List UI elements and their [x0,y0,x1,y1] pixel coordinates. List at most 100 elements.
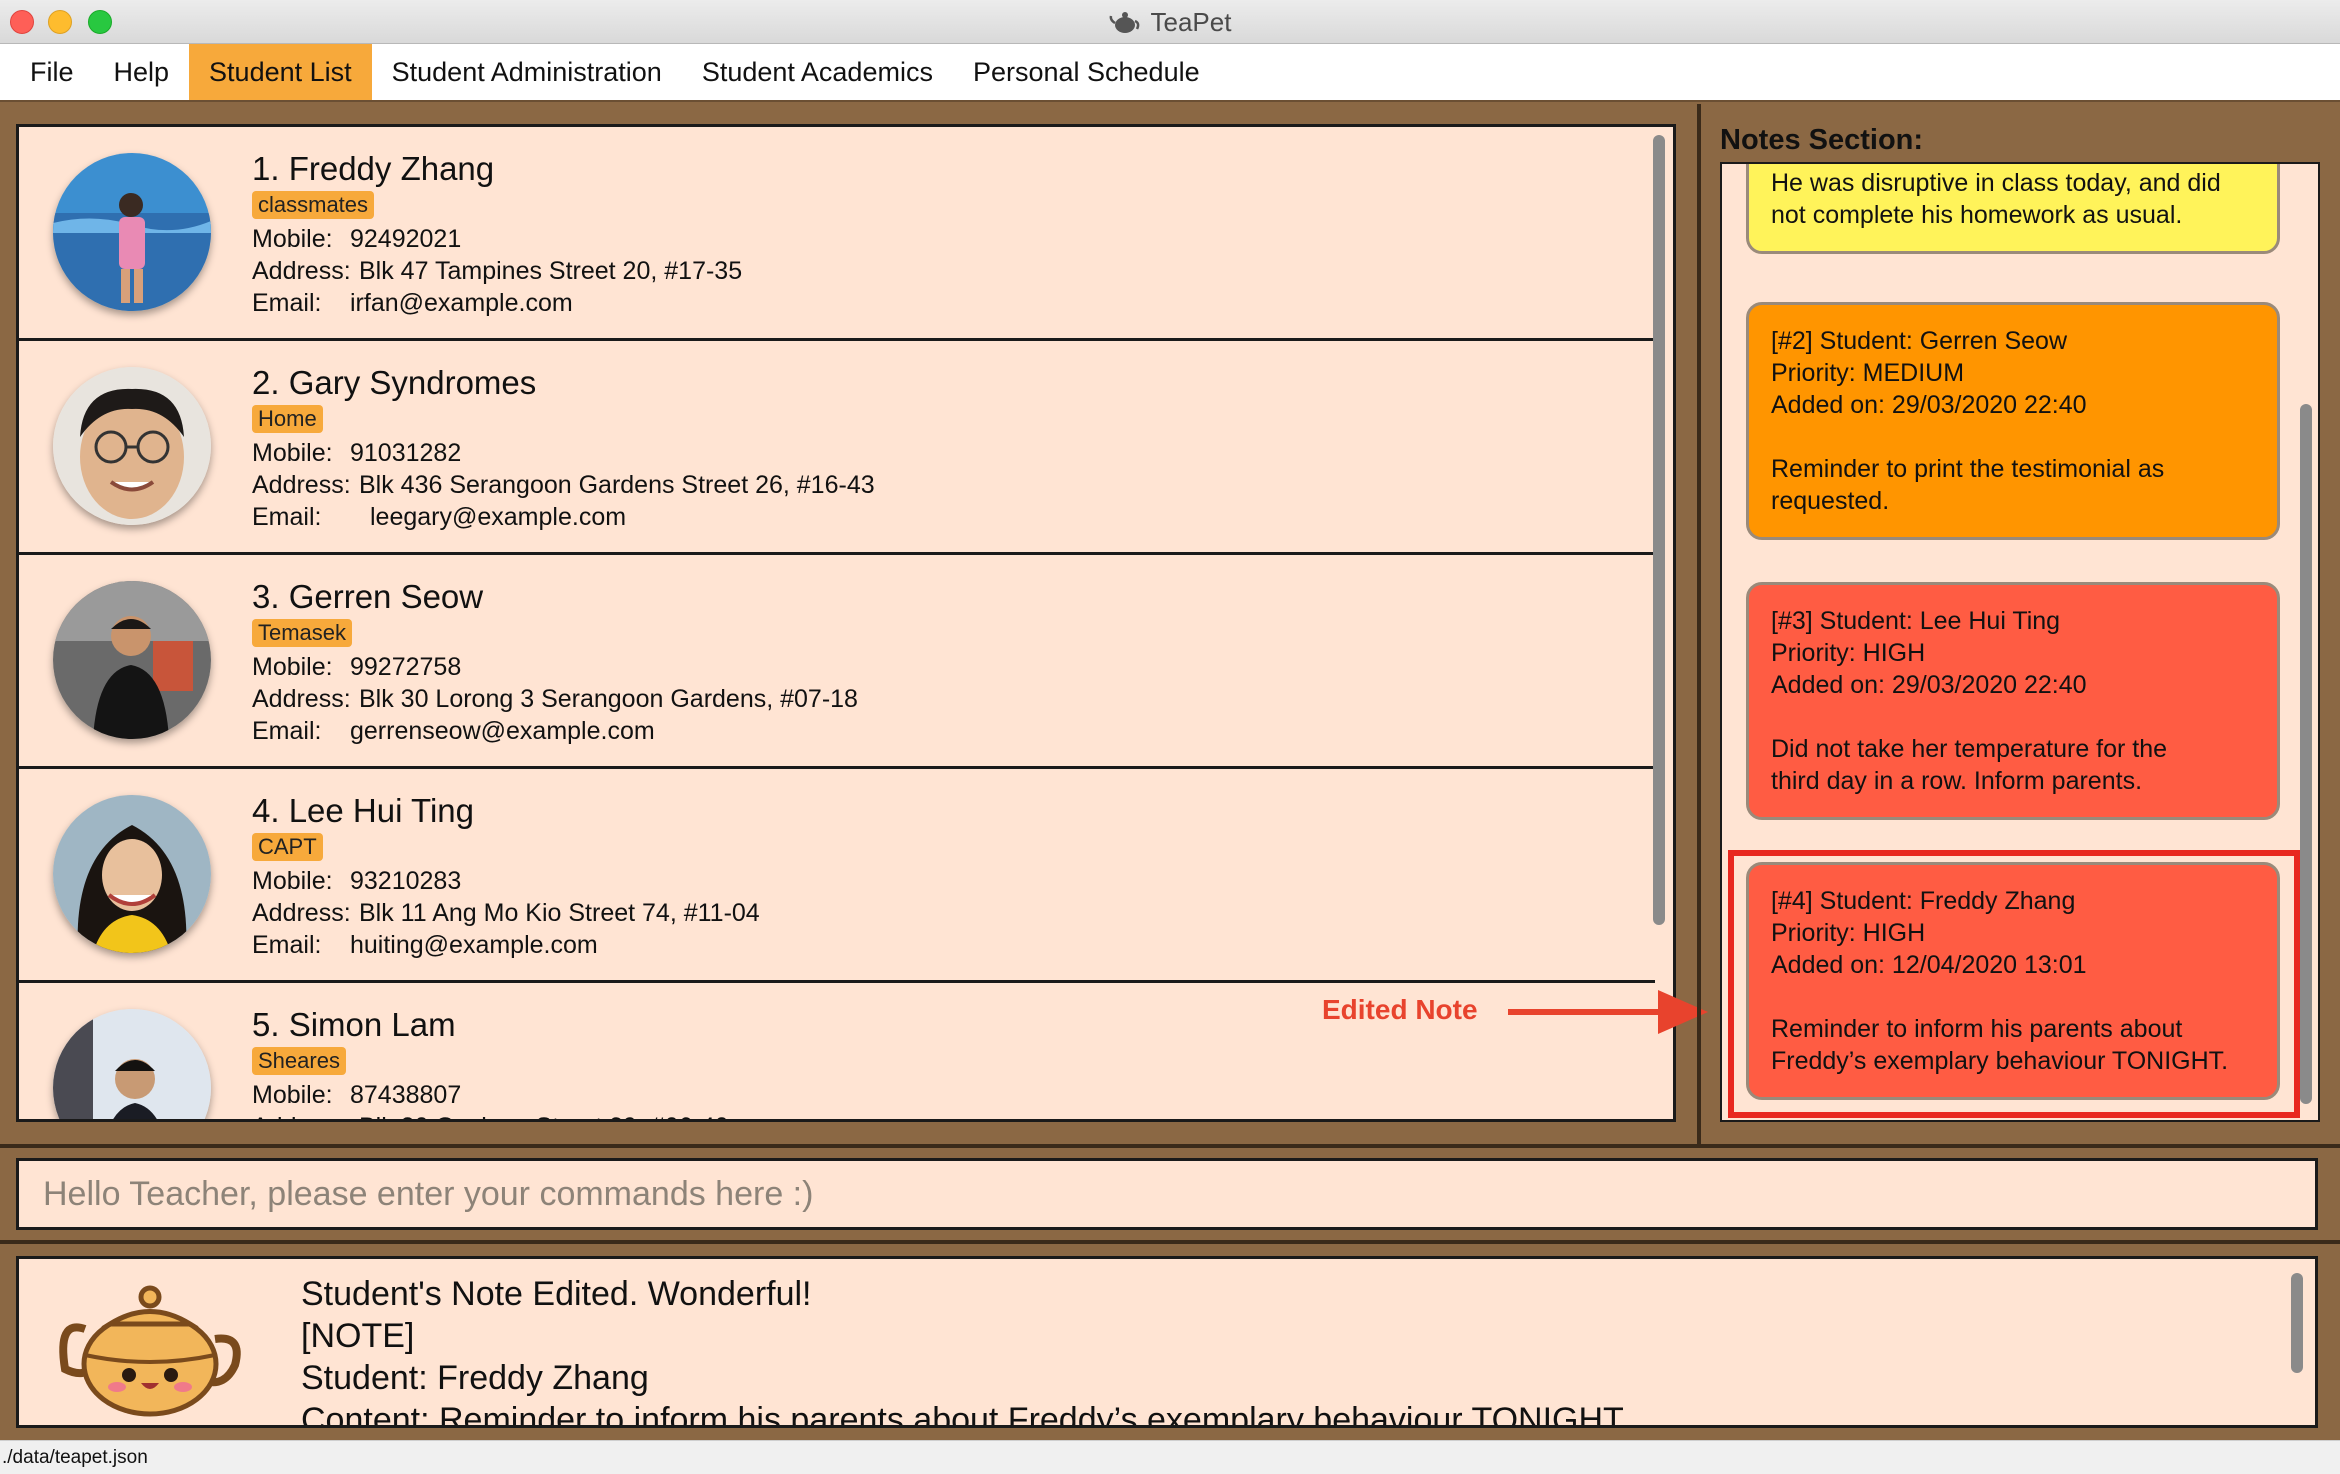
email-label: Email: [252,503,322,531]
status-bar: ./data/teapet.json [0,1440,2340,1474]
mobile-label: Mobile: [252,653,333,681]
student-card[interactable]: 1. Freddy Zhang classmates Mobile: 924920… [19,127,1655,341]
result-scrollbar[interactable] [2291,1273,2303,1373]
student-tag: classmates [252,191,375,219]
note-card[interactable]: [#3] Student: Lee Hui Ting Priority: HIG… [1746,582,2280,820]
note-content-line: requested. [1771,487,1890,515]
edited-note-annotation: Edited Note [1322,994,1478,1025]
address-label: Address: [252,257,351,285]
menu-personal-schedule[interactable]: Personal Schedule [953,44,1220,100]
address-value: Blk 47 Tampines Street 20, #17-35 [359,257,743,285]
note-content-line: Reminder to print the testimonial as [1771,455,2165,483]
student-email: Email: leegary@example.com [252,501,875,533]
result-line: [NOTE] [301,1317,415,1355]
note-priority: Priority: HIGH [1771,639,1926,667]
result-line: Student: Freddy Zhang [301,1359,649,1397]
student-avatar [53,153,211,311]
notes-section-title: Notes Section: [1720,124,1924,156]
student-address: Address:Blk 30 Geylang Street 29, #06-40 [252,1111,729,1119]
email-label: Email: [252,931,322,959]
mobile-value: 87438807 [350,1081,462,1109]
result-display: Student's Note Edited. Wonderful! [NOTE]… [16,1256,2318,1428]
student-tag: Temasek [252,619,353,647]
arrow-right-icon [1508,990,1708,1034]
student-email: Email: irfan@example.com [252,287,742,319]
address-label: Address: [252,1111,359,1119]
student-tag: CAPT [252,833,323,861]
student-mobile: Mobile: 93210283 [252,865,760,897]
student-name: 4. Lee Hui Ting [252,792,474,829]
menu-help[interactable]: Help [94,44,190,100]
edited-note-highlight [1728,850,2300,1118]
email-value: gerrenseow@example.com [350,717,655,745]
address-label: Address: [252,471,351,499]
note-content-line: He was disruptive in class today, and di… [1771,169,2221,197]
student-avatar [53,367,211,525]
note-header: [#2] Student: Gerren Seow [1771,327,2068,355]
command-input[interactable] [43,1174,2291,1214]
result-line: Content: Reminder to inform his parents … [301,1401,1624,1428]
email-value: leegary@example.com [370,503,627,531]
student-card[interactable]: 4. Lee Hui Ting CAPT Mobile: 93210283 Add… [19,769,1655,983]
menu-student-academics[interactable]: Student Academics [682,44,953,100]
address-label: Address: [252,685,351,713]
menu-student-list[interactable]: Student List [189,44,372,100]
student-avatar [53,581,211,739]
address-value: Blk 30 Geylang Street 29, #06-40 [359,1113,729,1119]
email-value: irfan@example.com [350,289,573,317]
student-email: Email: huiting@example.com [252,929,760,961]
email-label: Email: [252,717,322,745]
title-bar: TeaPet [0,0,2340,44]
student-card[interactable]: 3. Gerren Seow Temasek Mobile: 99272758 A… [19,555,1655,769]
student-tag: Home [252,405,323,433]
note-content-line: not complete his homework as usual. [1771,201,2183,229]
email-value: huiting@example.com [350,931,598,959]
result-line: Student's Note Edited. Wonderful! [301,1275,812,1313]
menu-student-administration[interactable]: Student Administration [372,44,682,100]
student-address: Address: Blk 47 Tampines Street 20, #17-3… [252,255,742,287]
note-content-line: third day in a row. Inform parents. [1771,767,2143,795]
student-address: Address: Blk 11 Ang Mo Kio Street 74, #11… [252,897,760,929]
data-file-path: ./data/teapet.json [2,1446,148,1468]
student-tag: Sheares [252,1047,346,1075]
student-name: 1. Freddy Zhang [252,150,495,187]
note-header: [#3] Student: Lee Hui Ting [1771,607,2061,635]
student-list-scrollbar[interactable] [1653,135,1665,925]
menu-file[interactable]: File [10,44,94,100]
note-card[interactable]: He was disruptive in class today, and di… [1746,164,2280,254]
student-mobile: Mobile: 91031282 [252,437,875,469]
note-added-date: Added on: 29/03/2020 22:40 [1771,391,2087,419]
menu-bar: File Help Student List Student Administr… [0,44,2340,102]
student-list[interactable]: 1. Freddy Zhang classmates Mobile: 924920… [16,124,1676,1122]
notes-scrollbar[interactable] [2300,404,2312,1104]
notes-list[interactable]: He was disruptive in class today, and di… [1720,162,2320,1122]
pane-divider[interactable] [1697,104,1701,1144]
student-mobile: Mobile: 92492021 [252,223,742,255]
mobile-value: 99272758 [350,653,462,681]
student-mobile: Mobile: 87438807 [252,1079,729,1111]
student-avatar [53,1009,211,1119]
note-card[interactable]: [#2] Student: Gerren Seow Priority: MEDI… [1746,302,2280,540]
student-avatar [53,795,211,953]
result-text: Student's Note Edited. Wonderful! [NOTE]… [301,1273,1624,1428]
mobile-label: Mobile: [252,225,333,253]
command-box [16,1158,2318,1230]
student-name: 2. Gary Syndromes [252,364,537,401]
mobile-label: Mobile: [252,1081,333,1109]
teapot-mascot-icon [59,1285,241,1417]
window-title: TeaPet [1150,6,1232,37]
mobile-label: Mobile: [252,439,333,467]
student-name: 5. Simon Lam [252,1006,456,1043]
student-address: Address: Blk 30 Lorong 3 Serangoon Garden… [252,683,858,715]
note-priority: Priority: MEDIUM [1771,359,1965,387]
mobile-value: 93210283 [350,867,462,895]
mobile-value: 91031282 [350,439,462,467]
mobile-value: 92492021 [350,225,462,253]
student-email: Email: gerrenseow@example.com [252,715,858,747]
student-card[interactable]: 2. Gary Syndromes Home Mobile: 91031282 A… [19,341,1655,555]
address-value: Blk 436 Serangoon Gardens Street 26, #16… [359,471,875,499]
note-added-date: Added on: 29/03/2020 22:40 [1771,671,2087,699]
note-content-line: Did not take her temperature for the [1771,735,2168,763]
email-label: Email: [252,289,322,317]
address-label: Address: [252,899,351,927]
